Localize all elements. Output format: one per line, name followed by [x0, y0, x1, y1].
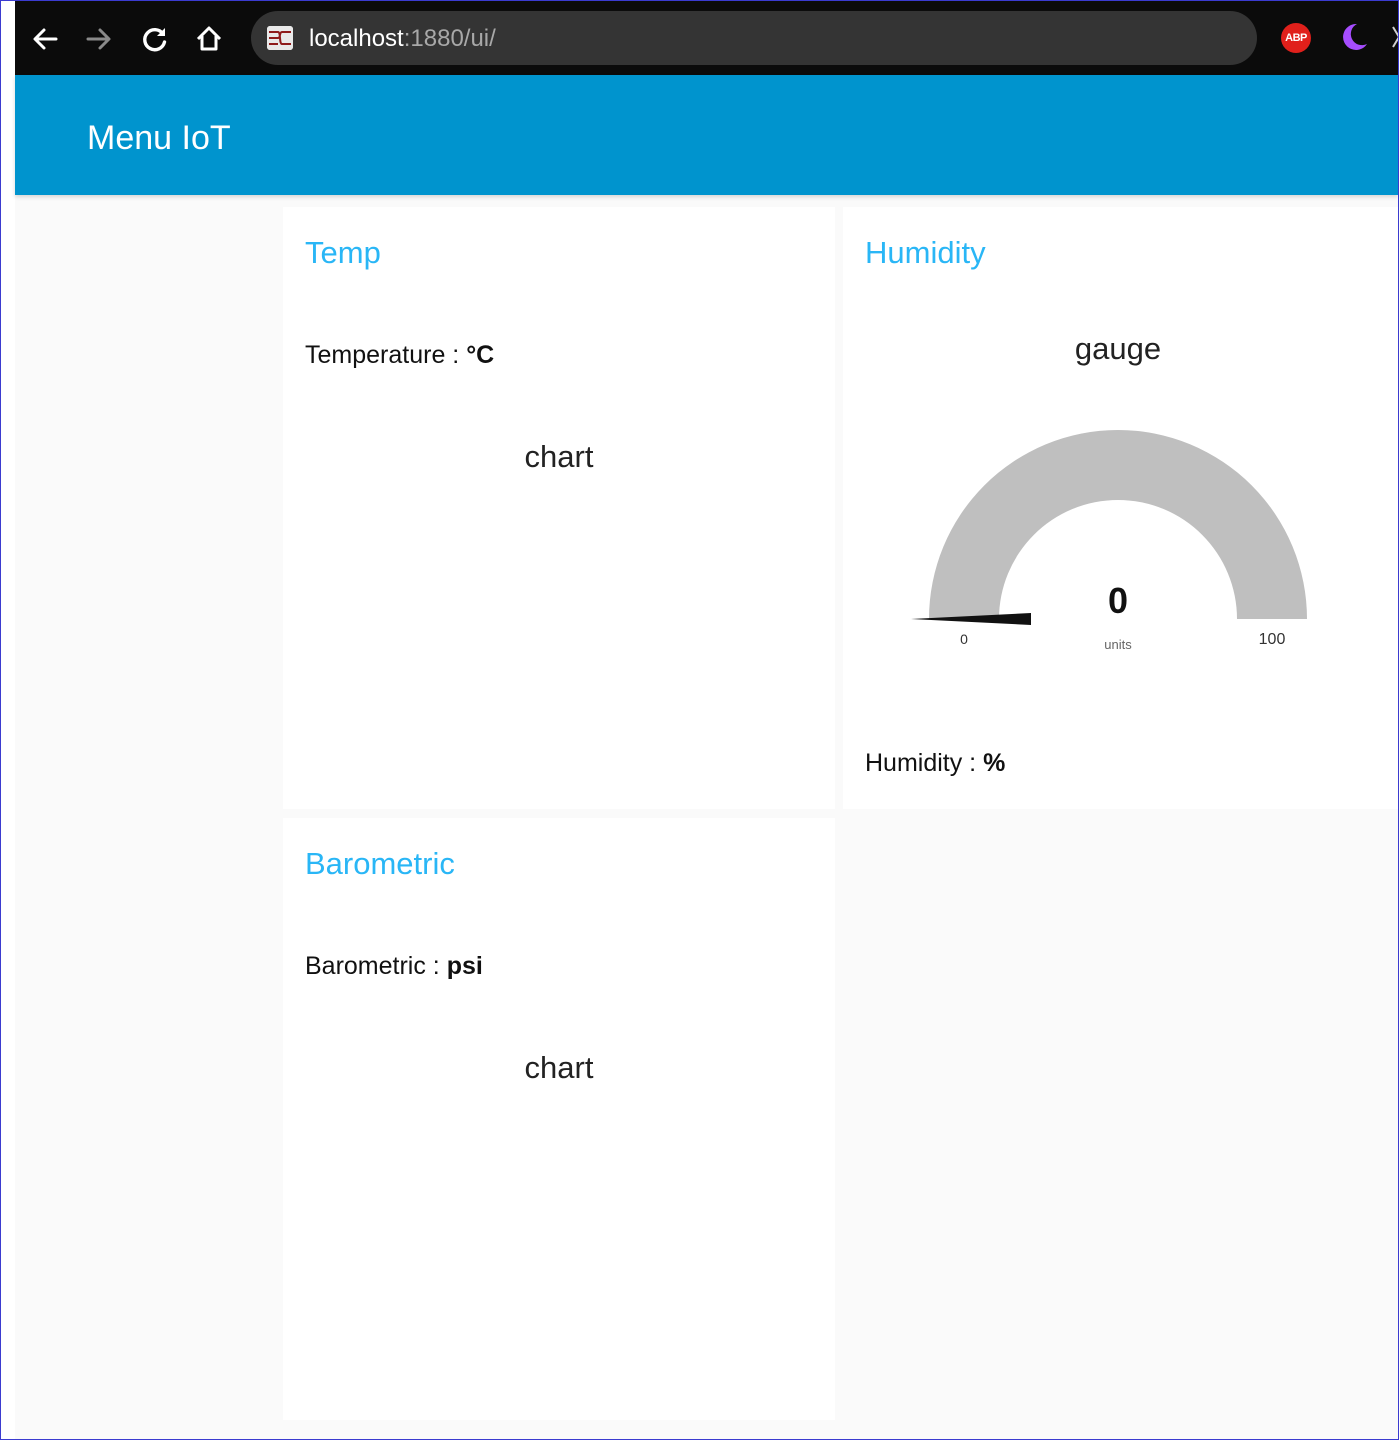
temp-chart-label: chart: [524, 439, 594, 474]
page-title: Menu IoT: [87, 119, 231, 157]
browser-toolbar: localhost:1880/ui/ ABP: [15, 1, 1398, 75]
barometric-text: Barometric : psi: [305, 952, 483, 981]
temperature-text: Temperature : °C: [305, 341, 494, 370]
barometric-label: Barometric :: [305, 952, 447, 980]
browser-window: localhost:1880/ui/ ABP Menu IoT Temp Tem…: [0, 0, 1399, 1440]
url-host: localhost: [309, 25, 404, 52]
humidity-value: %: [983, 749, 1006, 777]
humidity-text: Humidity : %: [865, 749, 1005, 778]
dark-mode-extension-icon[interactable]: [1337, 21, 1369, 53]
extensions-overflow-icon[interactable]: [1391, 19, 1398, 55]
temp-card: Temp Temperature : °C chart: [283, 207, 835, 809]
gauge-min: 0: [960, 631, 968, 647]
barometric-chart-label: chart: [524, 1050, 594, 1085]
barometric-value: psi: [446, 952, 483, 980]
gauge-units: units: [1104, 637, 1132, 652]
humidity-gauge: 0 units 0 100: [911, 430, 1307, 652]
temperature-value: °C: [466, 341, 495, 369]
site-favicon-icon: [267, 26, 293, 50]
reload-icon[interactable]: [137, 19, 173, 59]
barometric-card-title: Barometric: [305, 846, 455, 881]
url-text: localhost:1880/ui/: [309, 25, 496, 53]
humidity-label: Humidity :: [865, 749, 984, 777]
home-icon[interactable]: [191, 19, 227, 59]
forward-icon[interactable]: [81, 19, 117, 59]
window-edge: [1, 1, 15, 1439]
url-path: :1880/ui/: [403, 25, 496, 52]
barometric-card: Barometric Barometric : psi chart: [283, 818, 835, 1420]
humidity-card: Humidity gauge 0 units 0 100 Humidity : …: [843, 207, 1398, 809]
temperature-label: Temperature :: [305, 341, 467, 369]
dashboard-header: Menu IoT: [15, 75, 1398, 195]
back-icon[interactable]: [27, 19, 63, 59]
gauge-value: 0: [1108, 580, 1128, 621]
gauge-max: 100: [1259, 631, 1286, 648]
adblock-extension-icon[interactable]: ABP: [1281, 23, 1311, 53]
address-bar[interactable]: localhost:1880/ui/: [251, 11, 1257, 65]
temp-card-title: Temp: [305, 235, 381, 270]
